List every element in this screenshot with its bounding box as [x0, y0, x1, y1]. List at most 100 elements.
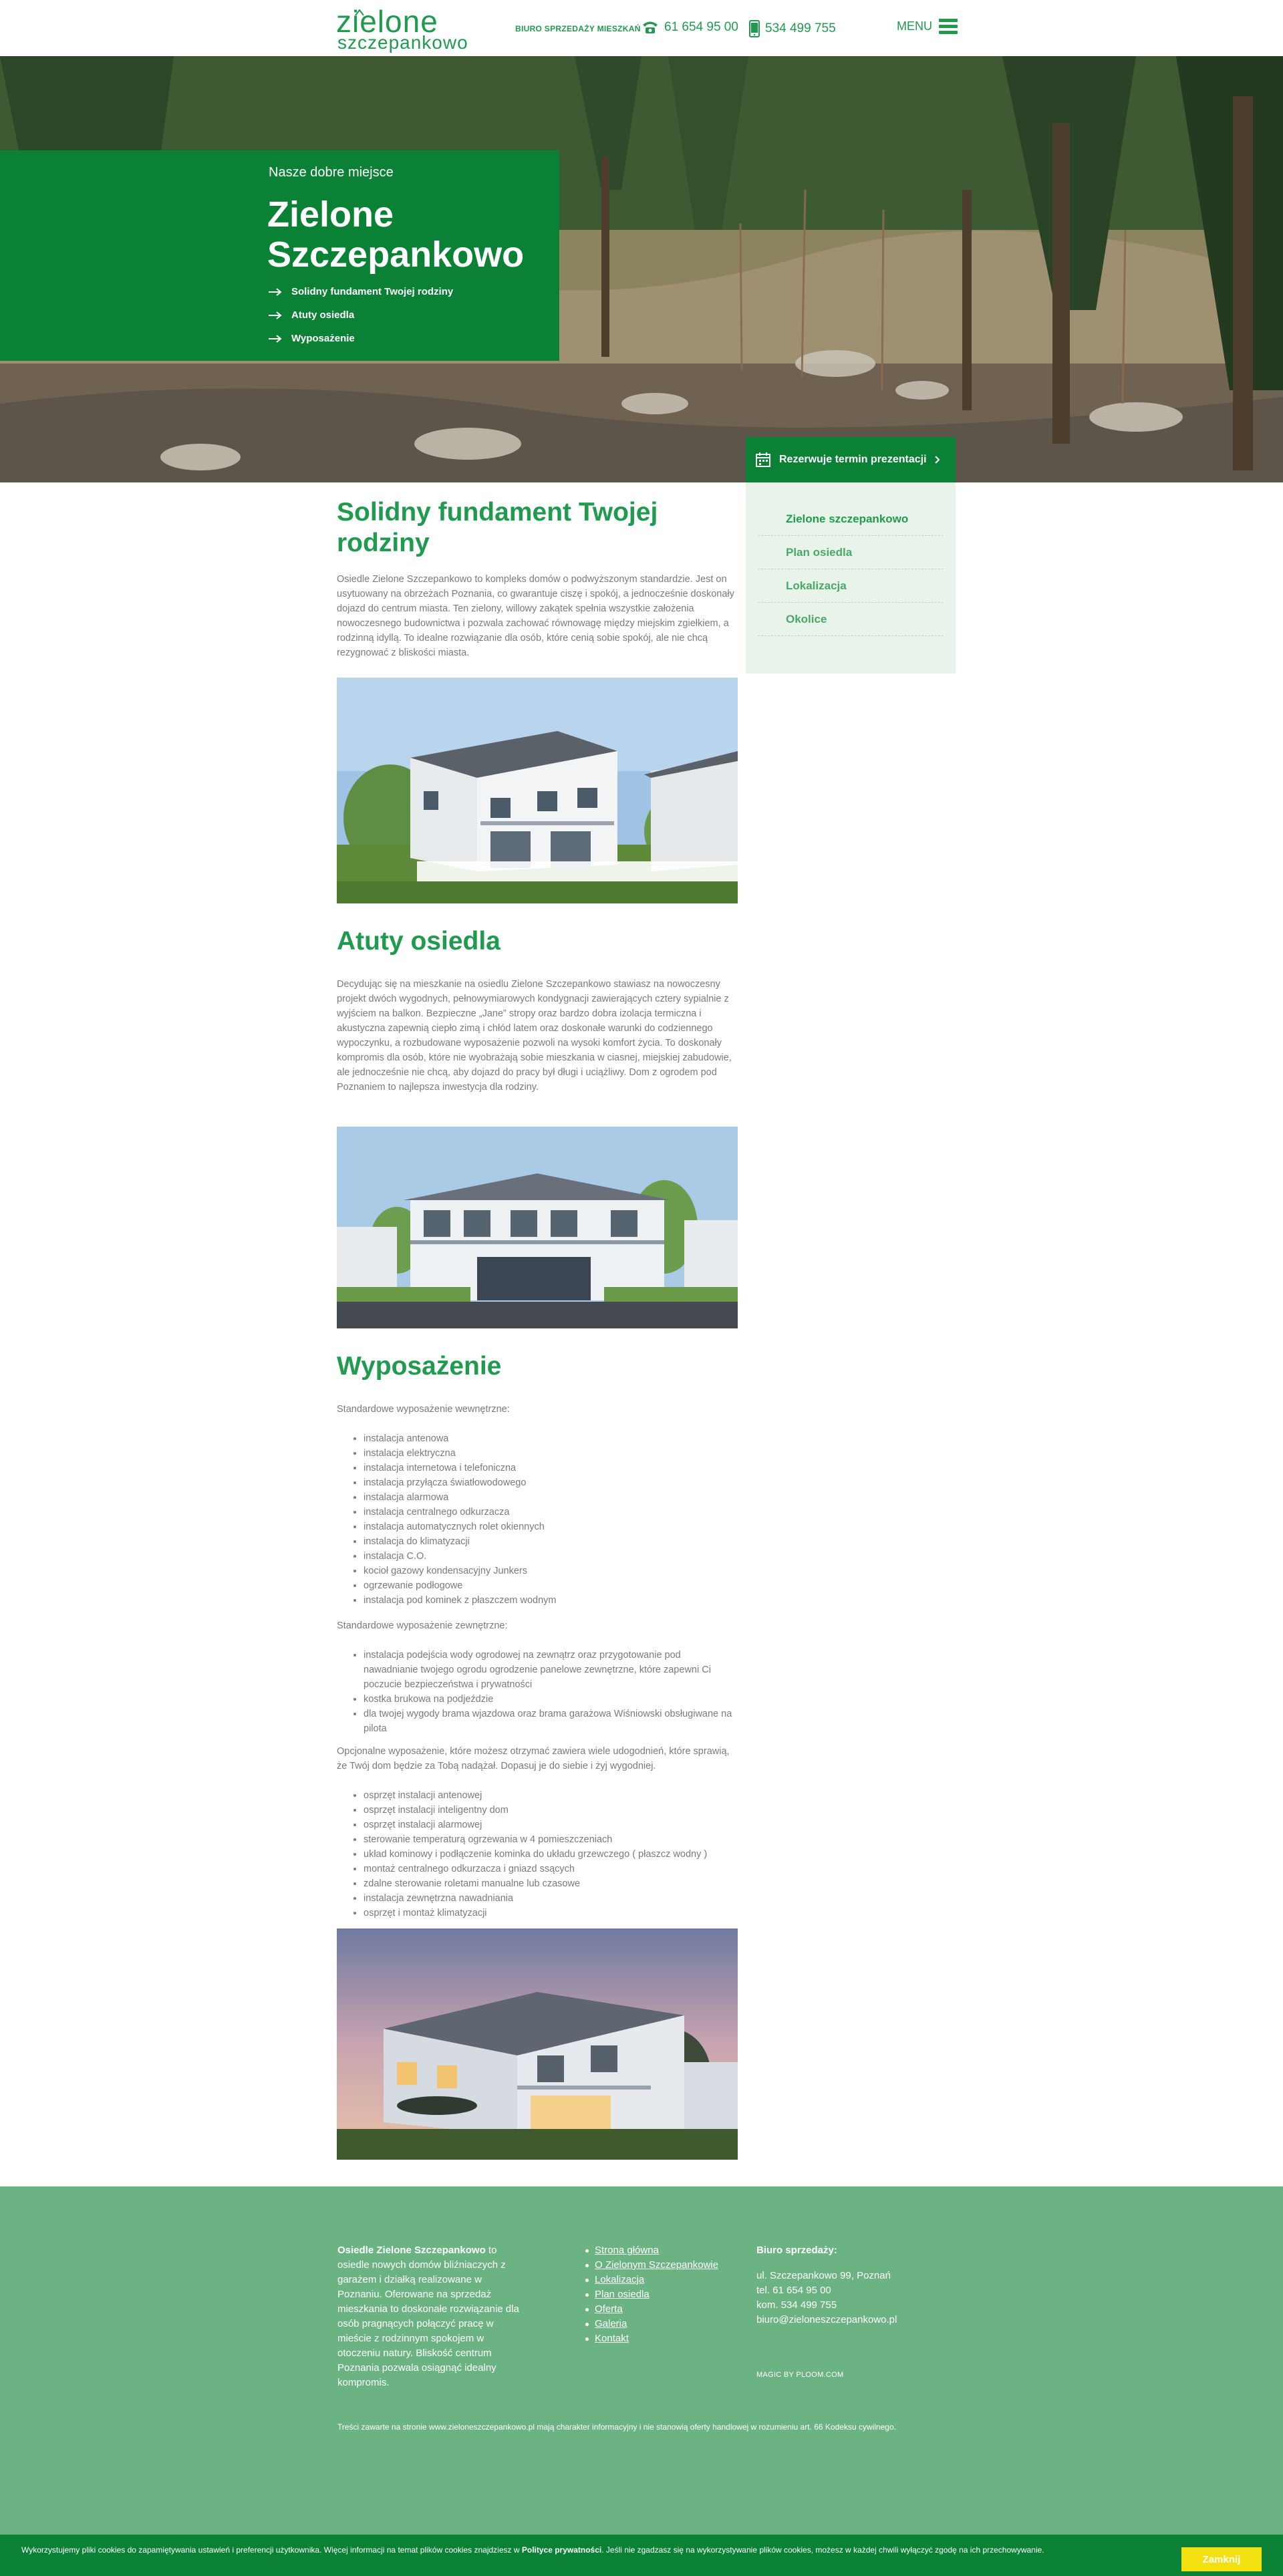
section-text-atuty: Decydując się na mieszkanie na osiedlu Z… [337, 979, 732, 1093]
equipment-intro-internal: Standardowe wyposażenie wewnętrzne: [337, 1404, 510, 1415]
list-item: kocioł gazowy kondensacyjny Junkers [364, 1564, 738, 1578]
house-render-image-3 [337, 1928, 738, 2160]
cookie-text-post: . Jeśli nie zgadzasz się na wykorzystywa… [601, 2545, 1044, 2555]
equipment-list-optional: osprzęt instalacji antenowej osprzęt ins… [364, 1788, 738, 1920]
list-item: osprzęt instalacji inteligentny dom [364, 1803, 738, 1818]
logo-bottom-text: szczepankowo [337, 32, 468, 53]
list-item: instalacja internetowa i telefoniczna [364, 1461, 738, 1475]
hero-kicker: Nasze dobre miejsce [269, 165, 394, 180]
calendar-icon [756, 452, 770, 467]
sidenav-item-okolice[interactable]: Okolice [758, 603, 944, 636]
list-item: instalacja antenowa [364, 1431, 738, 1446]
cookie-privacy-link[interactable]: Polityce prywatności [522, 2545, 601, 2555]
menu-label: MENU [897, 19, 932, 33]
sidenav-item-zielone[interactable]: Zielone szczepankowo [758, 503, 944, 536]
footer-links: Strona główna O Zielonym Szczepankowie L… [585, 2243, 718, 2346]
mobile-number: 534 499 755 [765, 21, 836, 35]
list-item: układ kominowy i podłączenie kominka do … [364, 1847, 738, 1862]
reserve-presentation-button[interactable]: Rezerwuje termin prezentacji [746, 437, 956, 482]
list-item: instalacja centralnego odkurzacza [364, 1505, 738, 1520]
hero-link-fundament[interactable]: Solidny fundament Twojej rodziny [269, 280, 453, 303]
equipment-intro-optional: Opcjonalne wyposażenie, które możesz otr… [337, 1746, 730, 1771]
sidenav-item-plan[interactable]: Plan osiedla [758, 536, 944, 569]
footer-link-home[interactable]: Strona główna [585, 2243, 718, 2258]
section-text-fundament: Osiedle Zielone Szczepankowo to kompleks… [337, 574, 734, 658]
mobile-link[interactable]: 534 499 755 [749, 20, 836, 37]
hero-intro-box: Nasze dobre miejsce Zielone Szczepankowo… [0, 150, 559, 361]
hero-banner: Nasze dobre miejsce Zielone Szczepankowo… [0, 56, 1283, 482]
cookie-bar: Wykorzystujemy pliki cookies do zapamięt… [0, 2535, 1283, 2576]
list-item: instalacja elektryczna [364, 1446, 738, 1461]
hero-links: Solidny fundament Twojej rodziny Atuty o… [269, 280, 453, 350]
footer-sales-mobile: kom. 534 499 755 [756, 2299, 837, 2311]
list-item: kostka brukowa na podjeździe [364, 1692, 738, 1707]
arrow-right-icon [269, 311, 282, 319]
site-logo[interactable]: zielone szczepankowo [336, 6, 470, 53]
cookie-text: Wykorzystujemy pliki cookies do zapamięt… [21, 2545, 1157, 2555]
list-item: instalacja przyłącza światłowodowego [364, 1475, 738, 1490]
menu-icon [939, 19, 958, 34]
arrow-right-icon [269, 287, 282, 296]
footer-sales-email[interactable]: biuro@zieloneszczepankowo.pl [756, 2313, 897, 2327]
house-render-image-1 [337, 678, 738, 903]
hero-link-atuty[interactable]: Atuty osiedla [269, 303, 453, 327]
list-item: dla twojej wygody brama wjazdowa oraz br… [364, 1707, 738, 1736]
phone-link[interactable]: 61 654 95 00 [642, 20, 738, 35]
list-item: instalacja do klimatyzacji [364, 1534, 738, 1549]
house-render-image-2 [337, 1127, 738, 1328]
list-item: sterowanie temperaturą ogrzewania w 4 po… [364, 1832, 738, 1847]
list-item: instalacja zewnętrzna nawadniania [364, 1891, 738, 1906]
logo-leaf-icon [355, 9, 364, 16]
sidenav-item-lokalizacja[interactable]: Lokalizacja [758, 569, 944, 603]
hero-link-wyposazenie[interactable]: Wyposażenie [269, 327, 453, 350]
cookie-close-button[interactable]: Zamknij [1181, 2547, 1262, 2571]
menu-button[interactable]: MENU [897, 19, 958, 34]
hero-title: Zielone Szczepankowo [267, 194, 525, 275]
cookie-text-pre: Wykorzystujemy pliki cookies do zapamięt… [21, 2545, 522, 2555]
footer-link-location[interactable]: Lokalizacja [585, 2273, 718, 2287]
footer-link-gallery[interactable]: Galeria [585, 2317, 718, 2331]
footer-about: Osiedle Zielone Szczepankowo to osiedle … [337, 2243, 526, 2390]
list-item: instalacja C.O. [364, 1549, 738, 1564]
list-item: instalacja podejścia wody ogrodowej na z… [364, 1648, 738, 1692]
phone-number: 61 654 95 00 [664, 20, 738, 34]
list-item: osprzęt instalacji alarmowej [364, 1818, 738, 1832]
footer-link-about[interactable]: O Zielonym Szczepankowie [585, 2258, 718, 2273]
phone-icon [643, 21, 658, 33]
list-item: instalacja alarmowa [364, 1490, 738, 1505]
list-item: instalacja pod kominek z płaszczem wodny… [364, 1593, 738, 1608]
reserve-label: Rezerwuje termin prezentacji [779, 454, 927, 465]
section-title-atuty: Atuty osiedla [337, 927, 501, 956]
sales-office-label: BIURO SPRZEDAŻY MIESZKAŃ [515, 24, 641, 33]
footer-link-contact[interactable]: Kontakt [585, 2331, 718, 2346]
footer-legal-notice: Treści zawarte na stronie www.zieloneszc… [337, 2422, 896, 2432]
list-item: ogrzewanie podłogowe [364, 1578, 738, 1593]
list-item: instalacja automatycznych rolet okiennyc… [364, 1520, 738, 1534]
footer-about-text: to osiedle nowych domów bliźniaczych z g… [337, 2245, 519, 2388]
side-navigation: Zielone szczepankowo Plan osiedla Lokali… [746, 482, 956, 674]
footer-sales-office: Biuro sprzedaży: ul. Szczepankowo 99, Po… [756, 2243, 897, 2327]
list-item: zdalne sterowanie roletami manualne lub … [364, 1876, 738, 1891]
mobile-icon [749, 20, 760, 37]
section-title-wyposazenie: Wyposażenie [337, 1352, 502, 1381]
hero-link-label: Solidny fundament Twojej rodziny [291, 286, 454, 297]
footer-link-offer[interactable]: Oferta [585, 2302, 718, 2317]
hero-link-label: Wyposażenie [291, 333, 355, 344]
section-title-fundament: Solidny fundament Twojej rodziny [337, 498, 658, 557]
footer-link-plan[interactable]: Plan osiedla [585, 2287, 718, 2302]
list-item: osprzęt instalacji antenowej [364, 1788, 738, 1803]
footer-about-bold: Osiedle Zielone Szczepankowo [337, 2245, 486, 2256]
equipment-list-external: instalacja podejścia wody ogrodowej na z… [364, 1648, 738, 1736]
footer-sales-heading: Biuro sprzedaży: [756, 2245, 837, 2256]
list-item: osprzęt i montaż klimatyzacji [364, 1906, 738, 1920]
site-header: zielone szczepankowo BIURO SPRZEDAŻY MIE… [0, 0, 1283, 56]
arrow-right-icon [269, 334, 282, 343]
hero-link-label: Atuty osiedla [291, 309, 355, 321]
equipment-list-internal: instalacja antenowa instalacja elektrycz… [364, 1431, 738, 1608]
equipment-intro-external: Standardowe wyposażenie zewnętrzne: [337, 1620, 508, 1631]
footer-sales-address: ul. Szczepankowo 99, Poznań [756, 2270, 891, 2281]
footer-credits[interactable]: MAGIC BY PLOOM.COM [756, 2371, 844, 2379]
footer-sales-tel: tel. 61 654 95 00 [756, 2285, 831, 2296]
chevron-right-icon [934, 456, 940, 464]
list-item: montaż centralnego odkurzacza i gniazd s… [364, 1862, 738, 1876]
